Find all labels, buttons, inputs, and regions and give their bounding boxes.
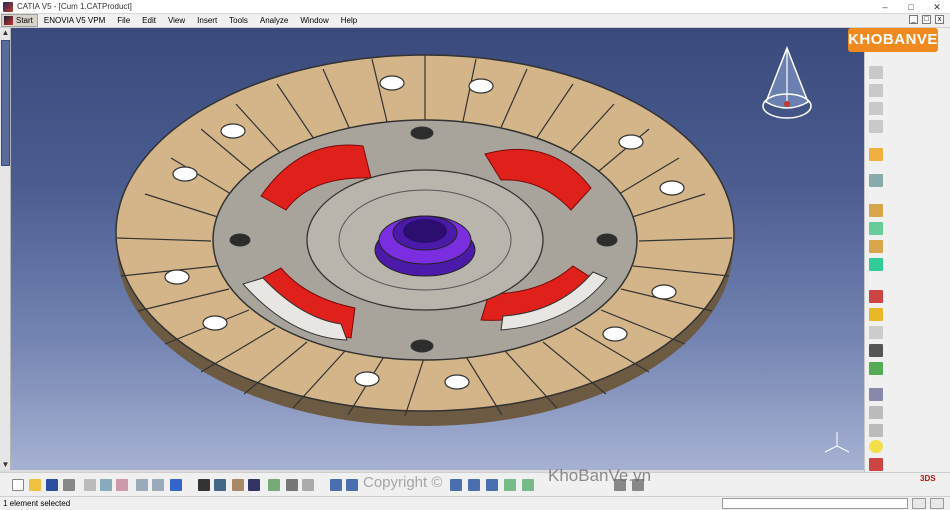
window-controls: – □ ✕ [872, 0, 950, 14]
snap-icon[interactable] [869, 240, 883, 253]
menu-help[interactable]: Help [335, 14, 363, 27]
new-icon[interactable] [12, 479, 24, 491]
status-button-2[interactable] [930, 498, 944, 509]
print-icon[interactable] [63, 479, 75, 491]
catalog-icon[interactable] [869, 424, 883, 437]
pan-icon[interactable] [330, 479, 342, 491]
fly-icon[interactable] [869, 174, 883, 187]
table-icon[interactable] [248, 479, 260, 491]
move-icon[interactable] [869, 222, 883, 235]
right-toolbar [864, 28, 886, 472]
start-label: Start [16, 16, 33, 25]
copy-icon[interactable] [100, 479, 112, 491]
shading-icon[interactable] [286, 479, 298, 491]
render-icon[interactable] [522, 479, 534, 491]
section-icon[interactable] [869, 308, 883, 321]
scroll-down-arrow-icon[interactable]: ▼ [0, 460, 11, 470]
menu-window[interactable]: Window [294, 14, 334, 27]
whats-this-icon[interactable] [170, 479, 182, 491]
window-title: CATIA V5 - [Cum 1.CATProduct] [17, 2, 132, 11]
explode-icon[interactable] [869, 258, 883, 271]
status-button-1[interactable] [912, 498, 926, 509]
undo-icon[interactable] [136, 479, 148, 491]
compass-icon[interactable] [756, 44, 818, 134]
doc-restore-button[interactable]: □ [922, 15, 931, 24]
select-icon[interactable] [869, 148, 883, 161]
site-watermark: KhoBanVe.vn [548, 466, 652, 485]
paste-icon[interactable] [116, 479, 128, 491]
restore-button[interactable]: □ [898, 0, 924, 14]
comment-icon[interactable] [214, 479, 226, 491]
measure-icon[interactable] [869, 326, 883, 339]
clash-icon[interactable] [869, 290, 883, 303]
menu-bar: Start ENOVIA V5 VPM File Edit View Inser… [0, 14, 950, 28]
axis-triad-icon [824, 432, 850, 453]
mirror-icon[interactable] [869, 458, 883, 471]
view-icon[interactable] [504, 479, 516, 491]
redo-icon[interactable] [152, 479, 164, 491]
part-icon[interactable] [869, 84, 883, 97]
doc-close-button[interactable]: x [935, 15, 944, 24]
open-icon[interactable] [29, 479, 41, 491]
start-menu-button[interactable]: Start [1, 14, 38, 27]
product-icon[interactable] [869, 66, 883, 79]
3d-viewport[interactable] [11, 28, 864, 472]
fit-all-icon[interactable] [302, 479, 314, 491]
status-bar: 1 element selected [0, 496, 950, 510]
knowledge-icon[interactable] [232, 479, 244, 491]
light-icon[interactable] [869, 440, 883, 453]
constraint-icon[interactable] [869, 204, 883, 217]
close-button[interactable]: ✕ [924, 0, 950, 14]
save-icon[interactable] [46, 479, 58, 491]
menu-file[interactable]: File [111, 14, 136, 27]
document-controls: _ □ x [909, 15, 944, 24]
menu-view[interactable]: View [162, 14, 191, 27]
normal-view-icon[interactable] [486, 479, 498, 491]
copyright-watermark: Copyright © [363, 474, 443, 491]
rotate-icon[interactable] [346, 479, 358, 491]
menu-insert[interactable]: Insert [191, 14, 223, 27]
cut-icon[interactable] [84, 479, 96, 491]
component-icon[interactable] [869, 102, 883, 115]
title-bar: CATIA V5 - [Cum 1.CATProduct] – □ ✕ [0, 0, 950, 14]
annotation-icon[interactable] [869, 344, 883, 357]
command-input[interactable] [722, 498, 908, 509]
khobanve-logo: KHOBANVE [848, 28, 938, 52]
menu-enovia[interactable]: ENOVIA V5 VPM [38, 14, 111, 27]
right-panel [886, 28, 950, 472]
bottom-toolbar [0, 472, 950, 496]
vertical-scrollbar[interactable]: ▲ ▼ [0, 28, 11, 470]
start-icon [4, 16, 13, 25]
measure-tool-icon[interactable] [268, 479, 280, 491]
zoom-in-icon[interactable] [450, 479, 462, 491]
update-icon[interactable] [869, 120, 883, 133]
menu-tools[interactable]: Tools [223, 14, 254, 27]
scroll-thumb[interactable] [1, 40, 10, 166]
clutch-disc-model[interactable] [11, 28, 864, 472]
menu-analyze[interactable]: Analyze [254, 14, 294, 27]
zoom-out-icon[interactable] [468, 479, 480, 491]
dassault-logo-icon: 3DS [920, 474, 936, 483]
doc-minimize-button[interactable]: _ [909, 15, 918, 24]
menu-edit[interactable]: Edit [136, 14, 162, 27]
publication-icon[interactable] [869, 388, 883, 401]
scroll-up-arrow-icon[interactable]: ▲ [0, 28, 11, 38]
formula-icon[interactable] [198, 479, 210, 491]
scene-icon[interactable] [869, 406, 883, 419]
catia-app-icon [3, 1, 13, 12]
minimize-button[interactable]: – [872, 0, 898, 14]
bom-icon[interactable] [869, 362, 883, 375]
status-message: 1 element selected [3, 499, 71, 508]
